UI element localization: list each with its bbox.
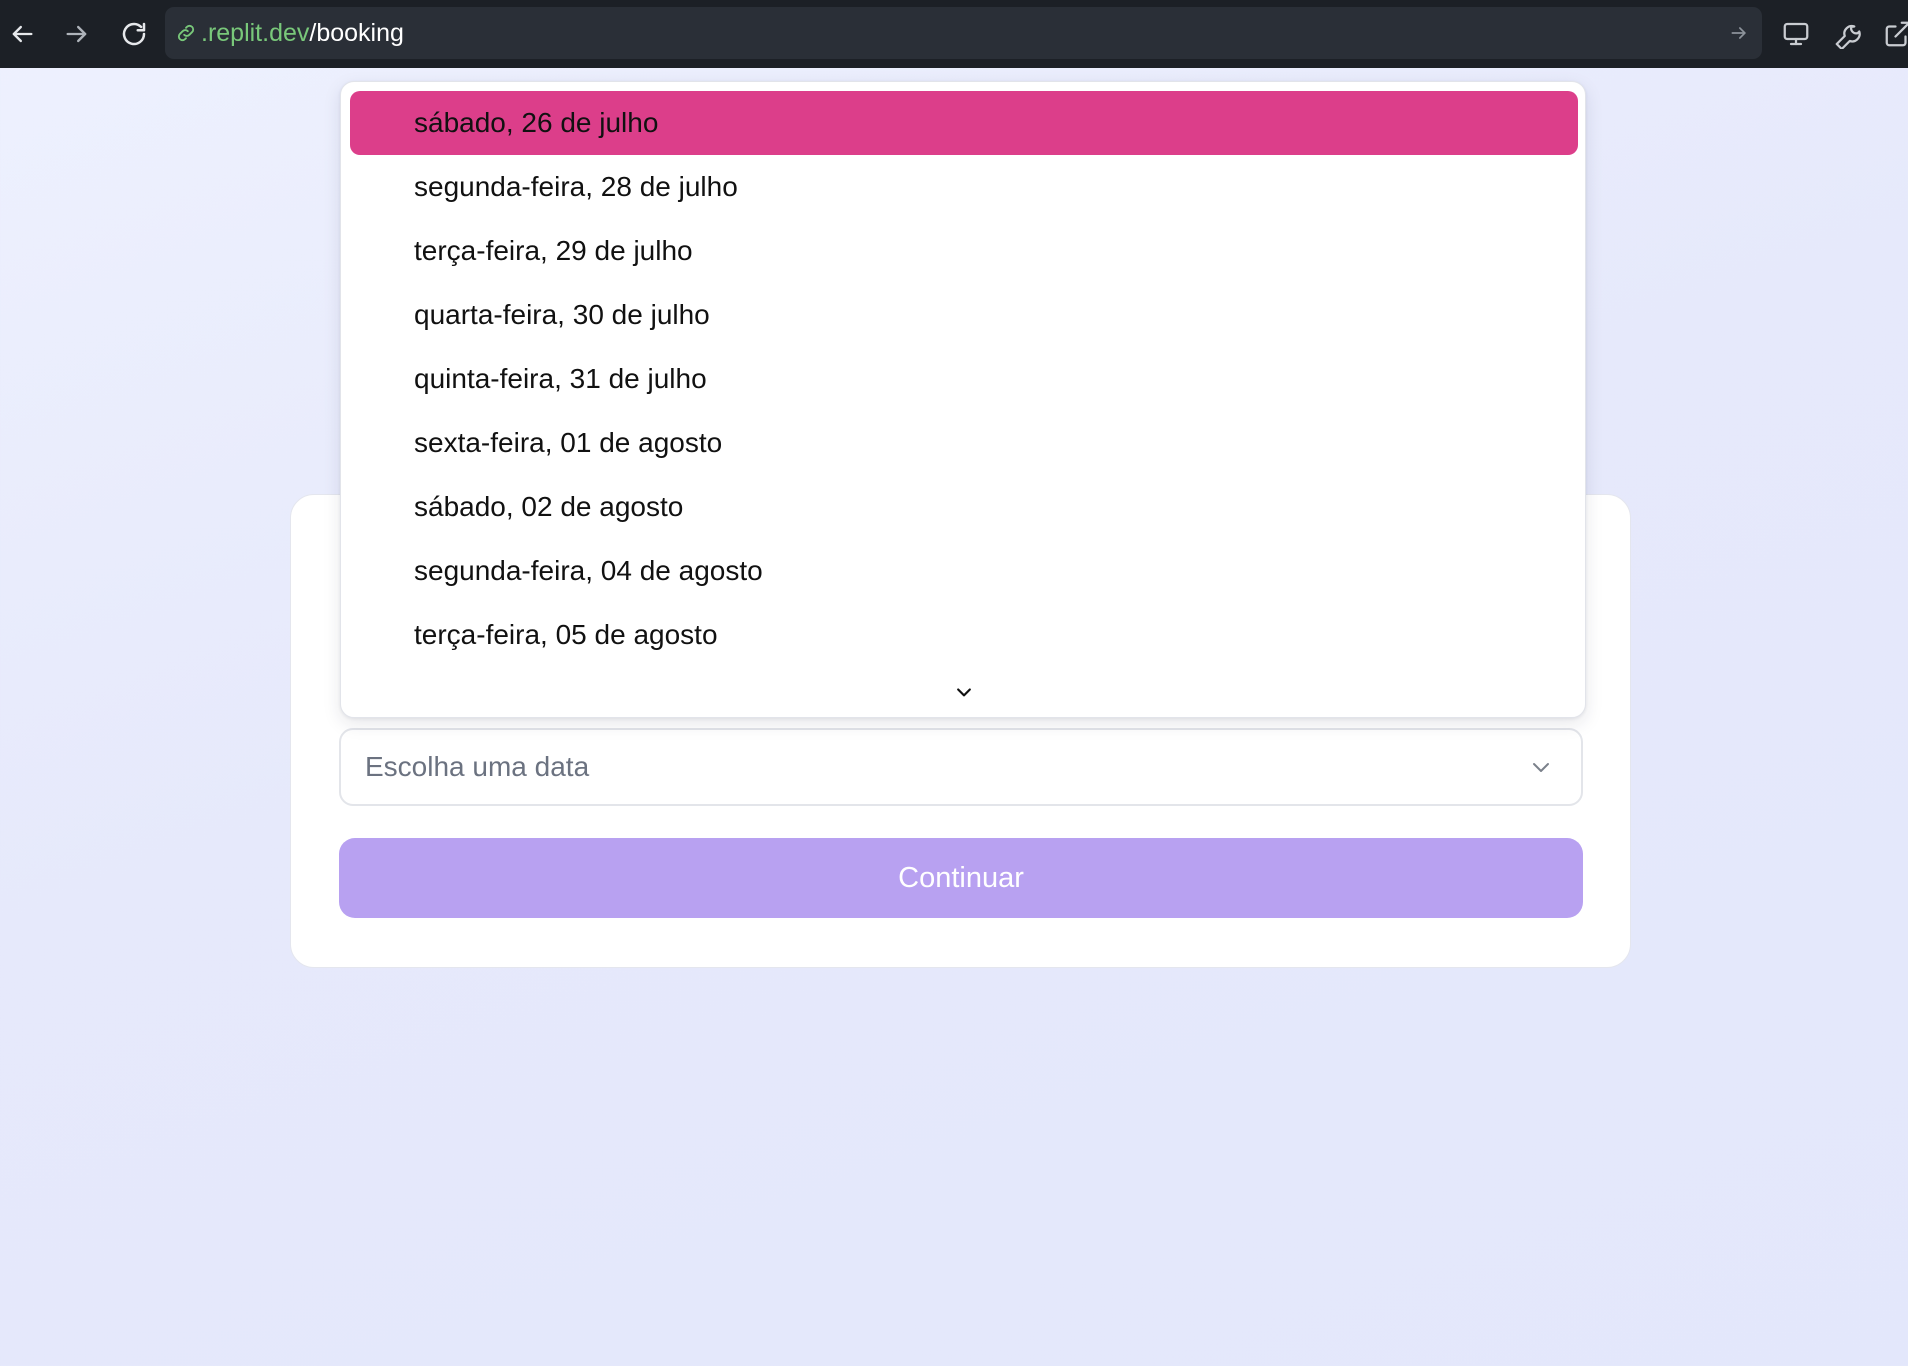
arrow-right-icon [66,25,87,43]
reload-button[interactable] [114,14,154,54]
wrench-icon [1835,24,1861,49]
date-option[interactable]: terça-feira, 29 de julho [350,219,1578,283]
date-option[interactable]: sábado, 26 de julho [350,91,1578,155]
reload-icon [122,22,146,46]
url-text: .replit.dev/booking [201,7,404,59]
url-domain: .replit.dev [201,19,310,47]
device-preview-button[interactable] [1776,14,1816,54]
link-icon [173,20,199,46]
browser-toolbar: .replit.dev/booking [0,0,1908,68]
scroll-down-button[interactable] [944,677,984,707]
date-option[interactable]: segunda-feira, 04 de agosto [350,539,1578,603]
forward-button[interactable] [57,14,97,54]
external-link-icon [1885,21,1908,47]
chevron-down-icon [1527,753,1555,781]
open-external-button[interactable] [1878,14,1908,54]
back-button[interactable] [2,14,42,54]
address-bar[interactable]: .replit.dev/booking [165,7,1762,59]
monitor-icon [1783,22,1809,46]
date-select[interactable]: Escolha uma data [339,728,1583,806]
date-option[interactable]: quarta-feira, 30 de julho [350,283,1578,347]
devtools-button[interactable] [1828,14,1868,54]
date-option[interactable]: sexta-feira, 01 de agosto [350,411,1578,475]
date-option[interactable]: segunda-feira, 28 de julho [350,155,1578,219]
date-option[interactable]: quinta-feira, 31 de julho [350,347,1578,411]
continue-button[interactable]: Continuar [339,838,1583,918]
go-button[interactable] [1726,20,1752,46]
arrow-right-icon [1731,27,1746,39]
date-option[interactable]: sábado, 02 de agosto [350,475,1578,539]
date-select-placeholder: Escolha uma data [365,751,590,782]
date-dropdown: sábado, 26 de julho segunda-feira, 28 de… [340,81,1586,718]
date-option[interactable]: terça-feira, 05 de agosto [350,603,1578,667]
chevron-down-icon [957,688,971,697]
url-path: /booking [309,19,404,47]
arrow-left-icon [12,25,33,43]
